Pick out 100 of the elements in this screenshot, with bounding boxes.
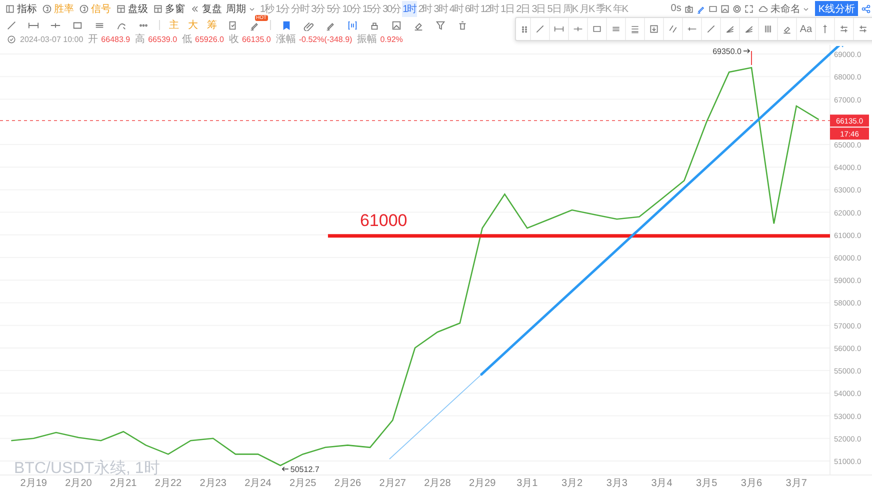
date-label: 3月6 bbox=[740, 478, 762, 489]
period-tab[interactable]: 4时 bbox=[448, 0, 464, 16]
period-tab[interactable]: 1日 bbox=[500, 0, 516, 16]
rewind-icon[interactable] bbox=[190, 4, 200, 14]
field-label: 收 bbox=[228, 33, 239, 46]
date-label: 2月25 bbox=[290, 478, 316, 489]
period-tab[interactable]: 1分 bbox=[274, 0, 290, 16]
download-icon[interactable] bbox=[649, 24, 659, 34]
period-tab[interactable]: 3分 bbox=[310, 0, 326, 16]
menu-button[interactable]: 指标 bbox=[2, 0, 39, 16]
menu-button[interactable]: 周期 bbox=[224, 0, 259, 16]
image-icon[interactable] bbox=[391, 20, 402, 30]
field-label: 高 bbox=[135, 32, 146, 46]
field-label: 低 bbox=[182, 33, 192, 46]
sliders-icon[interactable] bbox=[839, 24, 849, 34]
share-icon[interactable] bbox=[861, 4, 871, 14]
date-label: 3月7 bbox=[786, 478, 807, 489]
fan-icon[interactable] bbox=[725, 24, 735, 34]
period-tab[interactable]: 5日 bbox=[546, 0, 562, 16]
menu-button[interactable]: 盘级 bbox=[113, 0, 150, 16]
period-tab[interactable]: 1秒 bbox=[259, 0, 275, 16]
period-tab[interactable]: 分时 bbox=[290, 0, 310, 16]
period-tab[interactable]: 6时 bbox=[464, 0, 480, 16]
rectangle-icon[interactable] bbox=[592, 24, 602, 34]
window-icon[interactable] bbox=[116, 4, 126, 14]
vertical-lines-icon[interactable] bbox=[763, 24, 773, 34]
analysis-button[interactable]: K线分析 bbox=[815, 1, 858, 16]
date-label: 3月1 bbox=[516, 478, 538, 489]
panel-icon[interactable] bbox=[5, 4, 15, 14]
period-tab[interactable]: 季K bbox=[595, 0, 612, 16]
fullscreen-icon[interactable] bbox=[744, 4, 754, 14]
date-label: 2月19 bbox=[20, 478, 47, 489]
document-icon[interactable] bbox=[227, 20, 238, 30]
cross-line-icon[interactable] bbox=[573, 24, 583, 34]
coin-icon[interactable] bbox=[79, 4, 89, 14]
layout-dropdown[interactable]: 未命名 bbox=[755, 0, 814, 16]
timestamp-text: 2024-03-07 10:00 bbox=[20, 34, 84, 44]
text-tool-button[interactable]: Aa bbox=[796, 18, 815, 40]
camera-icon[interactable] bbox=[684, 4, 694, 14]
period-tab[interactable]: 30分 bbox=[382, 0, 402, 16]
menu-button[interactable]: 胜率 bbox=[39, 0, 76, 16]
eraser-icon[interactable] bbox=[782, 24, 792, 34]
field-value: 66539.0 bbox=[148, 34, 178, 44]
period-tab[interactable]: 2时 bbox=[417, 0, 433, 16]
bookmark-icon[interactable] bbox=[281, 20, 292, 30]
field-value: 66483.9 bbox=[101, 34, 130, 44]
period-tab[interactable]: 年K bbox=[612, 0, 628, 16]
period-tab[interactable]: 15分 bbox=[361, 0, 382, 16]
date-label: 2月24 bbox=[244, 478, 272, 489]
field-label: 开 bbox=[88, 33, 98, 46]
menu-button[interactable]: 复盘 bbox=[187, 0, 224, 16]
menu-button[interactable]: 多窗 bbox=[150, 0, 187, 16]
date-label: 3月5 bbox=[696, 478, 718, 489]
countdown-text: 0s bbox=[670, 3, 682, 14]
line-tool-icon[interactable] bbox=[706, 24, 716, 34]
period-tab[interactable]: 5分 bbox=[326, 0, 342, 16]
coin-icon[interactable] bbox=[42, 4, 52, 14]
image-icon[interactable] bbox=[720, 4, 730, 14]
channel-icon[interactable] bbox=[630, 24, 640, 34]
parallel-icon[interactable] bbox=[668, 24, 678, 34]
brackets-icon[interactable] bbox=[347, 20, 358, 30]
window-icon[interactable] bbox=[153, 4, 163, 14]
frame-icon[interactable] bbox=[708, 4, 718, 14]
field-value: 65926.0 bbox=[195, 34, 224, 44]
trash-icon[interactable] bbox=[457, 20, 468, 30]
segment-tool-icon[interactable] bbox=[554, 24, 564, 34]
line-tool-icon[interactable] bbox=[6, 20, 17, 30]
indicator-shortcut[interactable]: 筹 bbox=[207, 18, 217, 32]
date-label: 2月21 bbox=[110, 478, 137, 489]
date-label: 2月28 bbox=[424, 478, 451, 489]
line-tool-icon[interactable] bbox=[535, 24, 545, 34]
level-label: 61000 bbox=[360, 210, 408, 230]
date-label: 2月20 bbox=[65, 478, 92, 489]
rectangle-icon[interactable] bbox=[72, 20, 83, 30]
date-label: 3月4 bbox=[651, 478, 672, 489]
period-tab[interactable]: 3日 bbox=[530, 0, 546, 16]
settings-icon[interactable] bbox=[732, 4, 742, 14]
parallel-lines-icon[interactable] bbox=[611, 24, 621, 34]
check-circle-icon[interactable] bbox=[7, 34, 16, 44]
menu-button[interactable]: 信号 bbox=[76, 0, 113, 16]
filter-icon[interactable] bbox=[435, 20, 446, 30]
cloud-icon[interactable] bbox=[758, 4, 768, 14]
fan-icon[interactable] bbox=[744, 24, 754, 34]
period-tab[interactable]: 月K bbox=[578, 0, 596, 16]
indicator-shortcut[interactable]: 主 bbox=[169, 18, 179, 32]
period-tab[interactable]: 周K bbox=[562, 0, 578, 16]
sliders-icon[interactable] bbox=[858, 24, 868, 34]
period-tab[interactable]: 10分 bbox=[341, 0, 362, 16]
date-label: 2月22 bbox=[154, 478, 182, 489]
date-label: 2月26 bbox=[334, 478, 362, 489]
period-tab[interactable]: 1时 bbox=[402, 0, 418, 16]
paperclip-icon[interactable] bbox=[303, 20, 314, 30]
indicator-shortcut[interactable]: 大 bbox=[188, 18, 198, 32]
period-tab[interactable]: 2日 bbox=[515, 0, 531, 16]
drag-handle-icon[interactable] bbox=[520, 24, 529, 34]
chart-watermark: BTC/USDT永续, 1时 bbox=[14, 460, 160, 477]
field-value: -0.52%(-348.9) bbox=[298, 34, 352, 44]
period-tab[interactable]: 12时 bbox=[479, 0, 500, 16]
date-label: 2月27 bbox=[379, 478, 406, 489]
period-tab[interactable]: 3时 bbox=[432, 0, 448, 16]
